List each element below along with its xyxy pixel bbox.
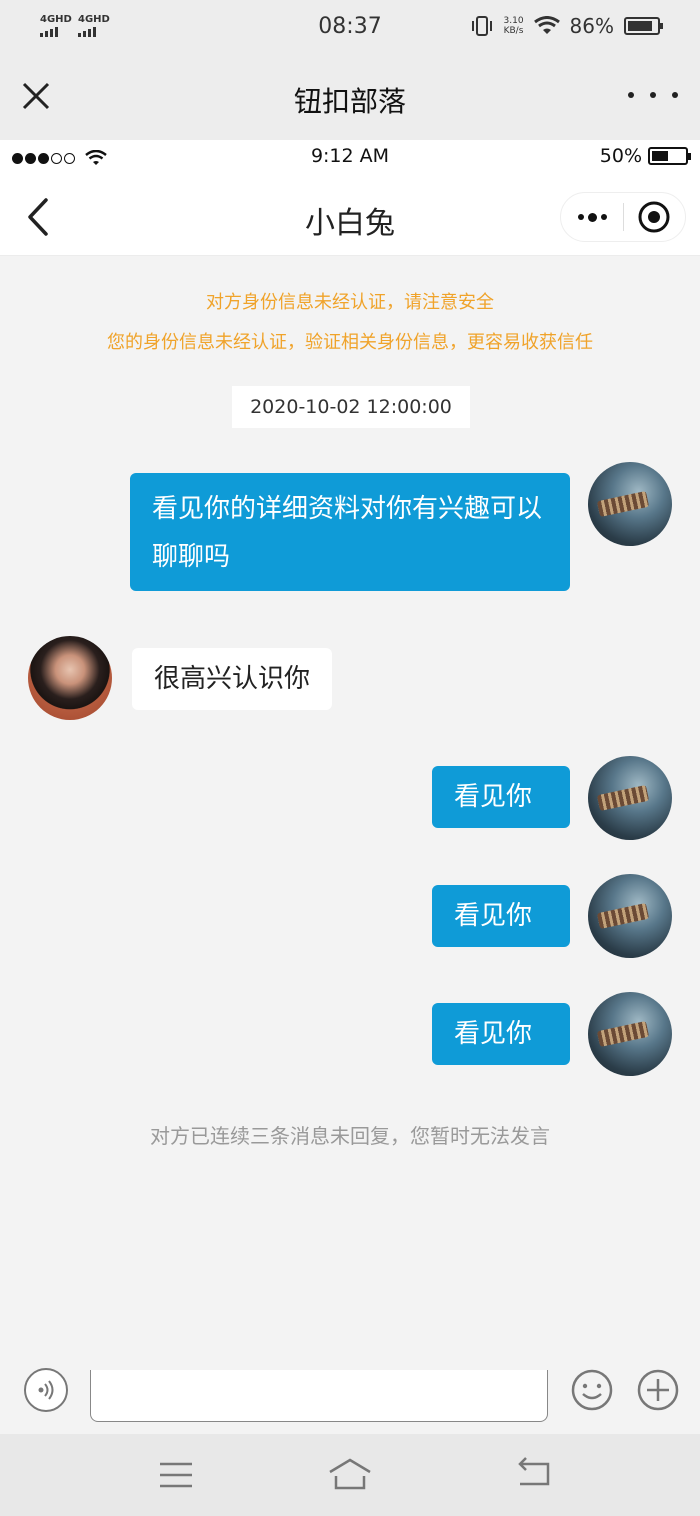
voice-icon[interactable]: [24, 1368, 68, 1412]
system-message: 对方已连续三条消息未回复，您暂时无法发言: [150, 1124, 550, 1148]
ios-status-bar: 9:12 AM 50%: [0, 140, 700, 176]
wifi-icon: [533, 16, 560, 34]
more-dots-icon[interactable]: [628, 80, 678, 110]
battery-percent: 50%: [599, 145, 642, 167]
more-dots-icon[interactable]: [561, 192, 623, 242]
my-avatar[interactable]: [588, 992, 672, 1076]
back-icon[interactable]: [514, 1456, 554, 1490]
network-speed: 3.10 KB/s: [503, 16, 524, 36]
miniprogram-title: 钮扣部落: [293, 85, 406, 118]
capsule-menu: [560, 192, 686, 242]
input-bar: [0, 1368, 700, 1434]
battery-icon: [648, 147, 691, 165]
battery-icon: [624, 17, 663, 35]
target-close-icon[interactable]: [624, 192, 685, 242]
identity-warning: 对方身份信息未经认证，请注意安全: [206, 292, 494, 313]
message-timestamp: 2020-10-02 12:00:00: [232, 386, 470, 428]
message-bubble-outgoing[interactable]: 看见你: [432, 766, 570, 828]
miniprogram-title-bar: 钮扣部落: [0, 56, 700, 140]
message-bubble-outgoing[interactable]: 看见你的详细资料对你有兴趣可以聊聊吗: [130, 473, 570, 591]
home-icon[interactable]: [326, 1456, 374, 1492]
menu-icon[interactable]: [158, 1460, 194, 1490]
contact-avatar[interactable]: [28, 636, 112, 720]
my-avatar[interactable]: [588, 874, 672, 958]
plus-icon[interactable]: [636, 1368, 680, 1412]
message-input[interactable]: [90, 1370, 548, 1422]
message-bubble-outgoing[interactable]: 看见你: [432, 1003, 570, 1065]
chat-header: 小白兔: [0, 176, 700, 256]
message-bubble-outgoing[interactable]: 看见你: [432, 885, 570, 947]
vibrate-icon: [471, 16, 492, 36]
os-status-bar: 4GHD 4GHD 08:37 3.10 KB/s 86%: [0, 0, 700, 56]
my-avatar[interactable]: [588, 756, 672, 840]
message-bubble-incoming[interactable]: 很高兴认识你: [132, 648, 333, 710]
emoji-icon[interactable]: [570, 1368, 614, 1412]
ios-clock: 9:12 AM: [310, 145, 390, 167]
identity-hint: 您的身份信息未经认证，验证相关身份信息，更容易收获信任: [107, 332, 593, 353]
battery-percent: 86%: [569, 14, 614, 38]
system-nav-bar: [0, 1434, 700, 1516]
my-avatar[interactable]: [588, 462, 672, 546]
